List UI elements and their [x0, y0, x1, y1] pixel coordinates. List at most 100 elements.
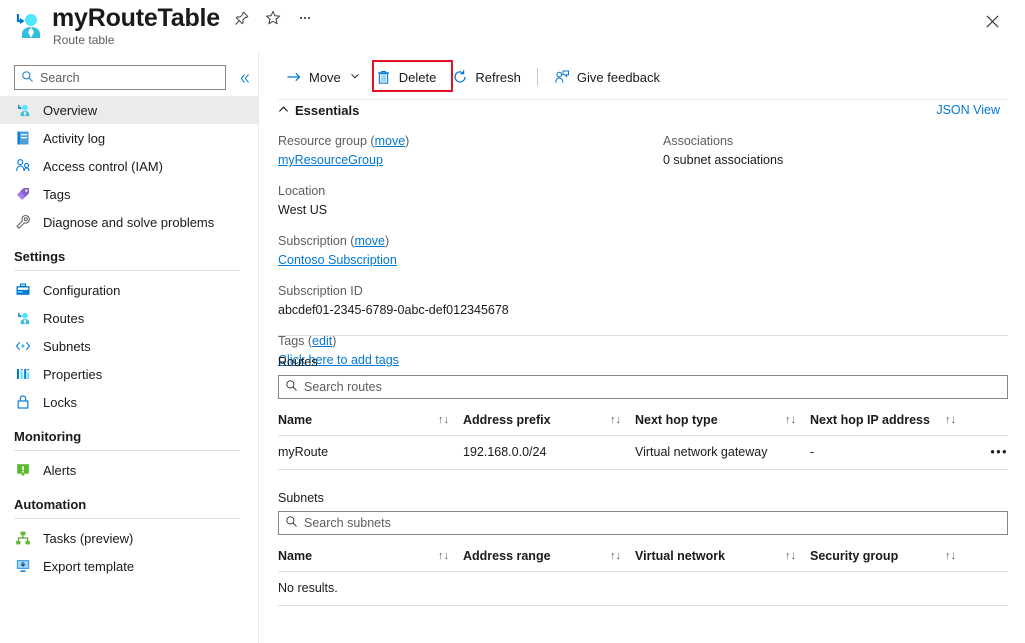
sidebar-search[interactable]	[14, 65, 226, 90]
configuration-icon	[14, 281, 32, 299]
table-row[interactable]: myRoute 192.168.0.0/24 Virtual network g…	[278, 435, 1008, 469]
sidebar-item-subnets[interactable]: Subnets	[0, 332, 258, 360]
column-header-security-group[interactable]: Security group ↑↓	[810, 541, 970, 571]
sidebar-group-monitoring: Monitoring	[0, 416, 258, 447]
chevron-up-icon	[278, 103, 289, 118]
column-header-next-hop-type[interactable]: Next hop type ↑↓	[635, 405, 810, 435]
route-table-icon	[10, 8, 46, 44]
column-header-virtual-network[interactable]: Virtual network ↑↓	[635, 541, 810, 571]
field-label: Subscription	[278, 234, 347, 248]
left-navigation-panel: Overview Activity log	[0, 52, 258, 643]
associations-field: Associations 0 subnet associations	[663, 132, 993, 170]
sidebar-item-properties[interactable]: Properties	[0, 360, 258, 388]
subscription-value[interactable]: Contoso Subscription	[278, 253, 397, 267]
sidebar-item-label: Activity log	[43, 131, 105, 146]
column-header-actions	[970, 541, 1008, 571]
sidebar-item-label: Configuration	[43, 283, 120, 298]
sidebar-group-settings: Settings	[0, 236, 258, 267]
subnets-table-header-row: Name ↑↓ Address range ↑↓ Virtual network…	[278, 541, 1008, 571]
resource-type-subtitle: Route table	[53, 33, 114, 47]
wrench-icon	[14, 213, 32, 231]
sidebar-item-locks[interactable]: Locks	[0, 388, 258, 416]
routes-search-input[interactable]	[304, 380, 948, 394]
sidebar-item-export-template[interactable]: Export template	[0, 552, 258, 580]
associations-label: Associations	[663, 132, 993, 151]
tags-edit-link[interactable]: edit	[312, 334, 332, 348]
close-icon[interactable]	[977, 6, 1007, 36]
sidebar-item-configuration[interactable]: Configuration	[0, 276, 258, 304]
alerts-icon	[14, 461, 32, 479]
routes-section: Routes Name ↑↓	[278, 355, 1008, 470]
move-button[interactable]: Move	[278, 61, 368, 93]
column-label: Security group	[810, 549, 898, 563]
subscription-id-field: Subscription ID abcdef01-2345-6789-0abc-…	[278, 282, 658, 320]
tag-icon	[14, 185, 32, 203]
delete-button[interactable]: Delete	[368, 61, 445, 93]
delete-label: Delete	[399, 70, 437, 85]
give-feedback-button[interactable]: Give feedback	[546, 61, 668, 93]
subnets-section: Subnets Name ↑↓	[278, 491, 1008, 606]
sidebar-item-tags[interactable]: Tags	[0, 180, 258, 208]
sidebar-item-routes[interactable]: Routes	[0, 304, 258, 332]
feedback-label: Give feedback	[577, 70, 660, 85]
cell-address-prefix: 192.168.0.0/24	[463, 435, 635, 469]
row-context-menu-icon[interactable]: •••	[970, 435, 1008, 469]
routes-table: Name ↑↓ Address prefix ↑↓ Next hop type …	[278, 405, 1008, 470]
pin-icon[interactable]	[230, 7, 252, 29]
sort-icon[interactable]: ↑↓	[438, 550, 449, 562]
sort-icon[interactable]: ↑↓	[945, 414, 956, 426]
routes-table-header-row: Name ↑↓ Address prefix ↑↓ Next hop type …	[278, 405, 1008, 435]
subscription-move-link[interactable]: move	[354, 234, 385, 248]
field-label: Resource group	[278, 134, 367, 148]
divider	[14, 518, 240, 519]
column-header-name[interactable]: Name ↑↓	[278, 541, 463, 571]
subnets-search-input[interactable]	[304, 516, 948, 530]
divider	[14, 270, 240, 271]
ellipsis-icon[interactable]	[294, 7, 316, 29]
column-header-next-hop-ip[interactable]: Next hop IP address ↑↓	[810, 405, 970, 435]
sort-icon[interactable]: ↑↓	[785, 550, 796, 562]
main-content: Move Delete	[258, 52, 1025, 643]
search-input[interactable]	[40, 71, 210, 85]
sidebar-item-access-control[interactable]: Access control (IAM)	[0, 152, 258, 180]
location-label: Location	[278, 182, 658, 201]
subnets-table: Name ↑↓ Address range ↑↓ Virtual network…	[278, 541, 1008, 606]
essentials-toggle[interactable]: Essentials	[278, 103, 359, 118]
collapse-sidebar-button[interactable]	[236, 70, 252, 86]
resource-group-value[interactable]: myResourceGroup	[278, 153, 383, 167]
route-table-icon	[14, 101, 32, 119]
resource-group-move-link[interactable]: move	[375, 134, 406, 148]
json-view-link[interactable]: JSON View	[936, 103, 1000, 117]
refresh-button[interactable]: Refresh	[444, 61, 529, 93]
sort-icon[interactable]: ↑↓	[785, 414, 796, 426]
sidebar-item-diagnose[interactable]: Diagnose and solve problems	[0, 208, 258, 236]
sort-icon[interactable]: ↑↓	[438, 414, 449, 426]
sidebar-nav-list: Overview Activity log	[0, 96, 258, 580]
sidebar-item-activity-log[interactable]: Activity log	[0, 124, 258, 152]
azure-portal-route-table-blade: myRouteTable Route table	[0, 0, 1025, 643]
essentials-left-column: Resource group (move) myResourceGroup Lo…	[278, 132, 658, 382]
sidebar-item-label: Tags	[43, 187, 70, 202]
column-header-address-range[interactable]: Address range ↑↓	[463, 541, 635, 571]
title-row: myRouteTable	[52, 2, 316, 34]
chevron-down-icon[interactable]	[350, 71, 360, 83]
routes-section-title: Routes	[278, 355, 1008, 369]
sidebar-item-alerts[interactable]: Alerts	[0, 456, 258, 484]
routes-icon	[14, 309, 32, 327]
search-icon	[285, 515, 298, 531]
sort-icon[interactable]: ↑↓	[945, 550, 956, 562]
sidebar-item-label: Alerts	[43, 463, 76, 478]
column-header-address-prefix[interactable]: Address prefix ↑↓	[463, 405, 635, 435]
sidebar-item-tasks[interactable]: Tasks (preview)	[0, 524, 258, 552]
sidebar-item-overview[interactable]: Overview	[0, 96, 258, 124]
sort-icon[interactable]: ↑↓	[610, 550, 621, 562]
star-icon[interactable]	[262, 7, 284, 29]
subnets-section-title: Subnets	[278, 491, 1008, 505]
subnets-search[interactable]	[278, 511, 1008, 535]
column-header-actions	[970, 405, 1008, 435]
column-header-name[interactable]: Name ↑↓	[278, 405, 463, 435]
routes-search[interactable]	[278, 375, 1008, 399]
page-title: myRouteTable	[52, 2, 220, 34]
sort-icon[interactable]: ↑↓	[610, 414, 621, 426]
column-label: Address range	[463, 549, 551, 563]
